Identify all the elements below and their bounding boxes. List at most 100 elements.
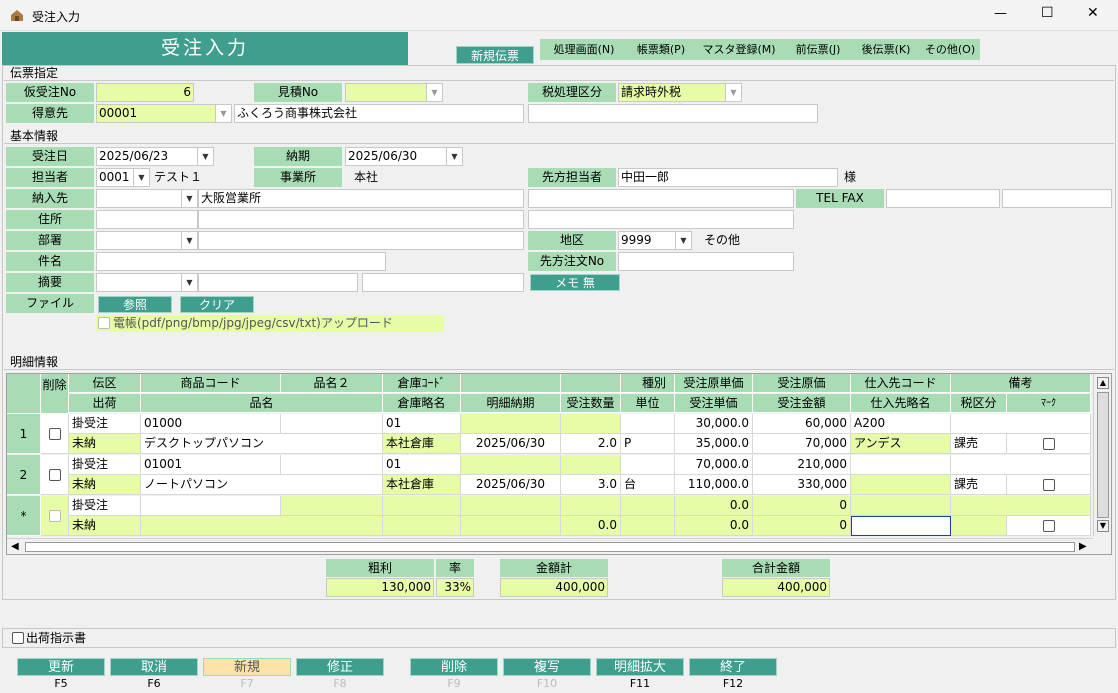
new-button[interactable]: 新規 (203, 658, 291, 676)
row-delete-cell[interactable] (41, 455, 69, 495)
table-cell[interactable] (621, 496, 675, 516)
table-cell[interactable] (951, 414, 1091, 434)
table-cell[interactable]: ノートパソコン (141, 475, 383, 495)
address-field-3[interactable] (528, 210, 794, 229)
table-cell[interactable]: 60,000 (753, 414, 851, 434)
table-cell[interactable] (951, 455, 1091, 475)
table-cell[interactable] (281, 455, 383, 475)
tel-field[interactable] (886, 189, 1000, 208)
table-cell[interactable]: 掛受注 (69, 414, 141, 434)
table-cell[interactable]: 01001 (141, 455, 281, 475)
order-date-picker[interactable]: 2025/06/23 ▼ (96, 147, 214, 166)
delivery-name-field[interactable]: 大阪営業所 (198, 189, 524, 208)
table-cell[interactable] (951, 516, 1007, 536)
table-cell[interactable] (383, 516, 461, 536)
table-cell[interactable]: P (621, 434, 675, 454)
table-cell[interactable]: 01 (383, 414, 461, 434)
close-button[interactable]: ✕ (1087, 5, 1099, 21)
table-cell[interactable] (461, 496, 561, 516)
table-cell[interactable]: 0.0 (561, 516, 621, 536)
staff-code-select[interactable]: 0001 ▼ (96, 168, 150, 187)
table-cell[interactable]: 本社倉庫 (383, 475, 461, 495)
temp-order-no-field[interactable]: 6 (96, 83, 194, 102)
row-delete-checkbox[interactable] (48, 509, 61, 522)
h-scroll-thumb[interactable] (25, 542, 1075, 552)
table-cell[interactable]: 2025/06/30 (461, 475, 561, 495)
contact-field[interactable]: 中田一郎 (618, 168, 838, 187)
dept-name-field[interactable] (198, 231, 524, 250)
table-cell[interactable]: 掛受注 (69, 455, 141, 475)
table-cell[interactable] (621, 455, 675, 475)
row-mark-cell[interactable] (1007, 434, 1091, 454)
row-mark-checkbox[interactable] (1042, 478, 1055, 491)
table-cell[interactable]: 0.0 (675, 516, 753, 536)
scroll-thumb[interactable] (1097, 392, 1109, 518)
horizontal-scrollbar[interactable]: ◀ ▶ (7, 538, 1093, 554)
fax-field[interactable] (1002, 189, 1112, 208)
table-cell[interactable]: 課売 (951, 475, 1007, 495)
supplier-name-active-cell[interactable] (851, 516, 951, 536)
table-cell[interactable]: 0 (753, 516, 851, 536)
memo-field-1[interactable] (198, 273, 358, 292)
table-cell[interactable]: 掛受注 (69, 496, 141, 516)
table-cell[interactable] (561, 455, 621, 475)
table-cell[interactable]: 70,000 (753, 434, 851, 454)
table-cell[interactable]: アンデス (851, 434, 951, 454)
scroll-right-icon[interactable]: ▶ (1079, 541, 1087, 552)
quote-no-select[interactable]: ▼ (345, 83, 443, 102)
table-cell[interactable] (141, 516, 383, 536)
memo-field-2[interactable] (362, 273, 524, 292)
row-mark-checkbox[interactable] (1042, 519, 1055, 532)
client-order-no-field[interactable] (618, 252, 794, 271)
table-cell[interactable]: 30,000.0 (675, 414, 753, 434)
table-cell[interactable] (461, 455, 561, 475)
cancel-button[interactable]: 取消 (110, 658, 198, 676)
menu-prev-slip[interactable]: 前伝票(J) (784, 39, 852, 60)
row-delete-checkbox[interactable] (48, 427, 61, 440)
table-cell[interactable]: 330,000 (753, 475, 851, 495)
table-cell[interactable] (383, 496, 461, 516)
customer-code-select[interactable]: 00001 ▼ (96, 104, 232, 123)
menu-process[interactable]: 処理画面(N) (540, 39, 628, 60)
table-cell[interactable]: デスクトップパソコン (141, 434, 383, 454)
update-button[interactable]: 更新 (17, 658, 105, 676)
table-cell[interactable]: 70,000.0 (675, 455, 753, 475)
vertical-scrollbar[interactable]: ▲ ▼ (1093, 374, 1111, 536)
table-cell[interactable]: 未納 (69, 475, 141, 495)
table-cell[interactable] (461, 414, 561, 434)
table-cell[interactable]: 01000 (141, 414, 281, 434)
table-cell[interactable] (951, 496, 1091, 516)
memo-code-select[interactable]: ▼ (96, 273, 198, 292)
copy-button[interactable]: 複写 (503, 658, 591, 676)
table-cell[interactable] (281, 414, 383, 434)
subject-field[interactable] (96, 252, 386, 271)
shipping-instruction-option[interactable]: 出荷指示書 (12, 631, 86, 646)
table-cell[interactable]: 未納 (69, 434, 141, 454)
expand-detail-button[interactable]: 明細拡大 (596, 658, 684, 676)
minimize-button[interactable]: — (994, 6, 1007, 21)
table-cell[interactable]: 210,000 (753, 455, 851, 475)
edit-button[interactable]: 修正 (296, 658, 384, 676)
table-cell[interactable]: 本社倉庫 (383, 434, 461, 454)
exit-button[interactable]: 終了 (689, 658, 777, 676)
delivery-extra-field[interactable] (528, 189, 794, 208)
customer-name-field[interactable]: ふくろう商事株式会社 (234, 104, 524, 123)
address-field-2[interactable] (198, 210, 524, 229)
table-cell[interactable] (621, 516, 675, 536)
table-cell[interactable]: 2025/06/30 (461, 434, 561, 454)
menu-next-slip[interactable]: 後伝票(K) (852, 39, 920, 60)
menu-reports[interactable]: 帳票類(P) (628, 39, 694, 60)
row-delete-cell[interactable] (41, 496, 69, 536)
row-delete-cell[interactable] (41, 414, 69, 454)
table-cell[interactable] (561, 496, 621, 516)
row-mark-cell[interactable] (1007, 475, 1091, 495)
table-cell[interactable] (851, 455, 951, 475)
table-cell[interactable]: 2.0 (561, 434, 621, 454)
menu-other[interactable]: その他(O) (920, 39, 980, 60)
row-delete-checkbox[interactable] (48, 468, 61, 481)
table-cell[interactable] (851, 475, 951, 495)
maximize-button[interactable]: ☐ (1041, 5, 1054, 21)
table-cell[interactable]: 0.0 (675, 496, 753, 516)
table-cell[interactable] (461, 516, 561, 536)
table-cell[interactable] (561, 414, 621, 434)
